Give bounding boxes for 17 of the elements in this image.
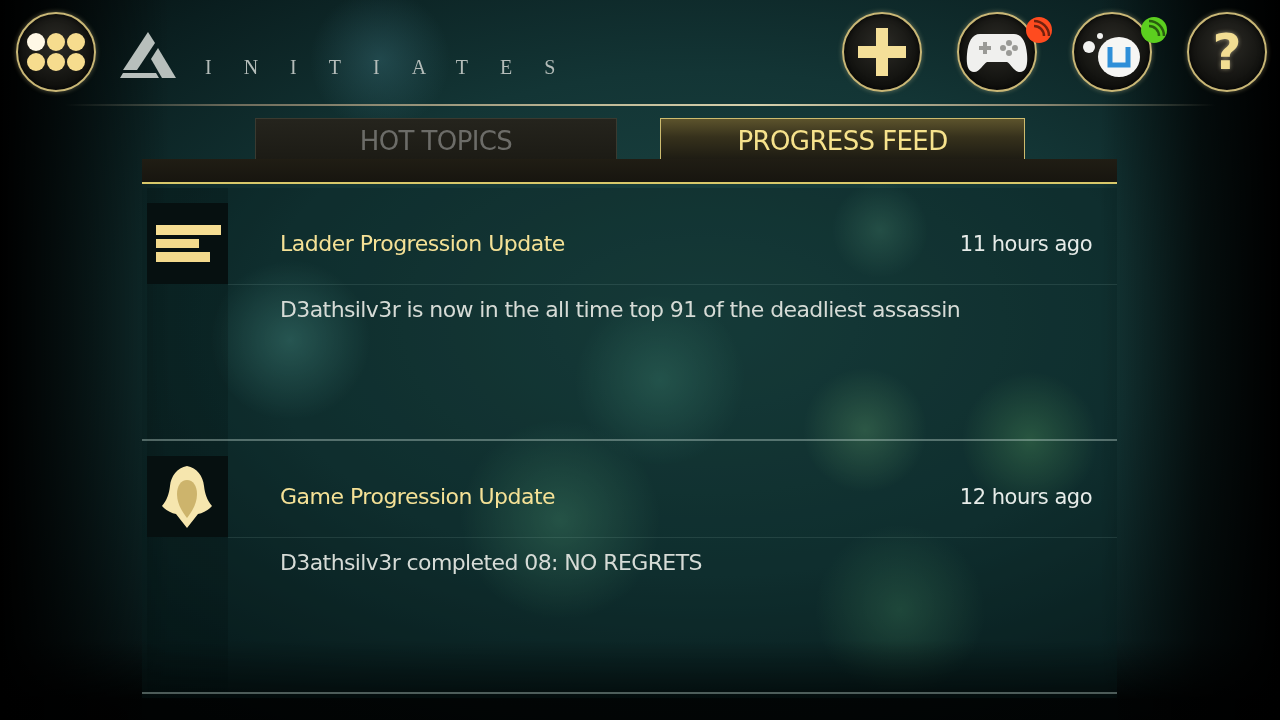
triangle-logo-icon [120,32,176,78]
menu-button[interactable] [16,12,96,92]
feed-title: Game Progression Update [280,484,556,509]
feed-title: Ladder Progression Update [280,231,565,256]
dots-grid-icon [27,33,85,71]
gamepad-icon [966,32,1028,72]
feed-message: D3athsilv3r is now in the all time top 91 of the deadliest assassin [280,297,960,322]
hooded-figure-icon [147,456,228,537]
feed-message: D3athsilv3r completed 08: NO REGRETS [280,550,702,575]
add-button[interactable] [842,12,922,92]
help-button[interactable]: ? [1187,12,1267,92]
bars-icon [147,203,228,284]
feed-time: 12 hours ago [959,484,1092,509]
tab[interactable]: PROGRESS FEED [660,118,1025,159]
feed-time: 11 hours ago [959,231,1092,256]
brand-name: INITIATES [205,57,588,78]
plus-icon [858,28,906,76]
